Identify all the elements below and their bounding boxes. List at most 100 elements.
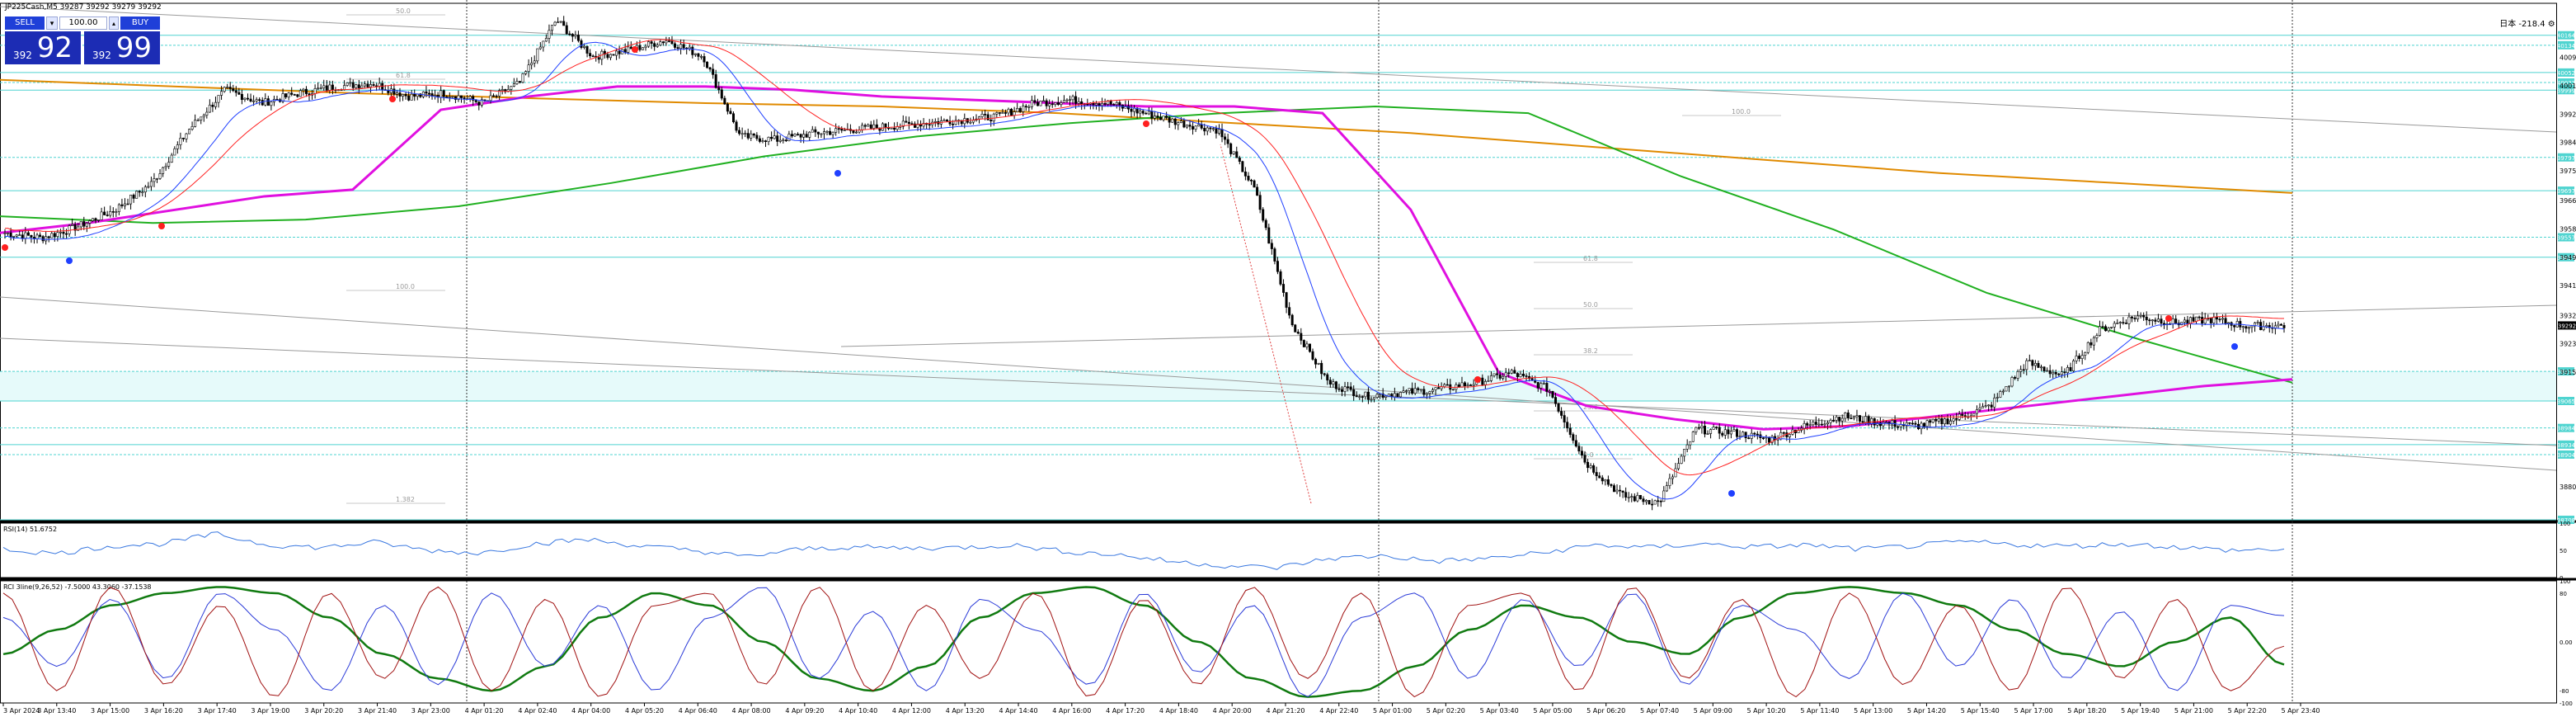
candle (91, 218, 94, 221)
time-axis-label: 3 Apr 19:00 (251, 707, 289, 715)
chart-window[interactable]: 4016440134400524002239999397973969739557… (0, 0, 2576, 717)
candle (158, 173, 162, 179)
candle (410, 93, 413, 101)
candle (1235, 151, 1239, 158)
candle (536, 48, 539, 62)
price-axis-label: 39237 (2560, 341, 2576, 348)
candle (1624, 492, 1628, 498)
candle (284, 93, 288, 97)
rci-pane[interactable]: RCI 3line(9,26,52) -7.5000 43.3060 -37.1… (0, 578, 2573, 707)
candle (1022, 106, 1025, 112)
candle (319, 87, 322, 89)
candle (2110, 327, 2113, 328)
candle (1621, 490, 1624, 493)
candle (720, 89, 723, 99)
candle (1141, 111, 1145, 114)
time-axis-label: 3 Apr 13:40 (37, 707, 76, 715)
time-axis-label: 5 Apr 19:40 (2121, 707, 2160, 715)
candle (407, 95, 411, 101)
sell-button[interactable]: SELL (5, 17, 45, 30)
candle (609, 54, 612, 59)
candle (1118, 101, 1121, 106)
candle (15, 234, 18, 237)
time-axis-label: 5 Apr 02:20 (1427, 707, 1465, 715)
candle (1384, 395, 1388, 398)
candle (1536, 382, 1539, 389)
main-price-pane[interactable]: 4016440134400524002239999397973969739557… (0, 0, 2576, 703)
candle (1560, 411, 1563, 416)
candle (735, 121, 738, 131)
candle (176, 144, 179, 149)
time-axis-label: 5 Apr 21:00 (2174, 707, 2213, 715)
candle (1920, 422, 1923, 430)
time-axis-label: 5 Apr 15:40 (1961, 707, 2000, 715)
candle (1677, 463, 1681, 469)
candle (515, 81, 519, 84)
candle (723, 97, 726, 105)
candle (21, 234, 24, 239)
candle (387, 90, 390, 93)
candle (59, 231, 62, 233)
candle (1358, 396, 1361, 398)
candle (1294, 324, 1297, 333)
rci-line-2 (2, 587, 2285, 698)
candle (88, 220, 92, 224)
buy-button[interactable]: BUY (120, 17, 160, 30)
candle (855, 131, 858, 134)
candle (427, 92, 430, 95)
candle (1373, 397, 1376, 400)
candle (661, 41, 665, 44)
candle (1417, 388, 1420, 390)
candle (1697, 427, 1700, 429)
candle (56, 232, 59, 237)
candle (106, 215, 109, 216)
candle (1674, 468, 1677, 478)
candle (986, 114, 990, 120)
buy-price-quote[interactable]: 392 99 (84, 31, 160, 64)
lot-size-input[interactable]: 100.00 (59, 17, 107, 30)
sell-price-quote[interactable]: 392 92 (5, 31, 81, 64)
candle (181, 138, 185, 139)
candle (1961, 413, 1964, 416)
candle (1788, 434, 1791, 437)
candle (758, 138, 761, 142)
moving-average-green (0, 106, 2293, 384)
candle (647, 41, 651, 47)
candle (1317, 362, 1320, 365)
candle (2086, 342, 2089, 353)
candle (2277, 323, 2280, 327)
candle (553, 21, 557, 26)
candle (290, 92, 294, 95)
time-axis-label: 5 Apr 23:40 (2281, 707, 2320, 715)
candle (2054, 371, 2057, 375)
candle (653, 43, 656, 47)
candle (691, 46, 694, 55)
candle (1431, 389, 1434, 392)
candle (1753, 432, 1756, 435)
candle (544, 38, 548, 42)
candle (1612, 485, 1615, 493)
candle (1975, 409, 1978, 414)
candle (322, 85, 326, 88)
candle (1285, 292, 1288, 308)
candle (1884, 422, 1887, 423)
candle (2201, 317, 2204, 324)
rsi-pane[interactable]: RSI(14) 51.6752100500 (0, 521, 2576, 582)
candle (1820, 423, 1823, 426)
candle (1548, 390, 1551, 393)
candle (708, 67, 712, 70)
candle (1592, 465, 1596, 473)
candle (1273, 248, 1276, 262)
signal-marker (1728, 490, 1735, 497)
candle (1355, 395, 1358, 398)
candle (65, 233, 68, 235)
candle (802, 134, 806, 138)
candle (2007, 385, 2010, 388)
lot-dropdown-icon[interactable]: ▾ (46, 17, 58, 30)
candle (1361, 396, 1364, 398)
candle (612, 54, 615, 56)
candle (1914, 422, 1917, 425)
candle (1993, 397, 1996, 408)
candle (1004, 112, 1007, 114)
lot-stepper-icon[interactable]: ▴ (109, 17, 119, 30)
